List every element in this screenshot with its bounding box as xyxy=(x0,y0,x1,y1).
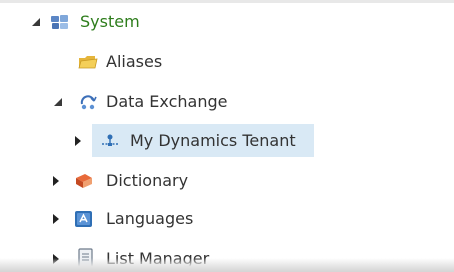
dictionary-icon xyxy=(74,171,94,191)
folder-icon xyxy=(78,52,98,72)
languages-icon xyxy=(74,209,94,229)
collapse-toggle-system[interactable] xyxy=(30,16,42,28)
tree-item-label-data-exchange[interactable]: Data Exchange xyxy=(106,92,227,112)
expand-toggle-languages[interactable] xyxy=(50,213,62,225)
content-tree: System Aliases Data Exchange My Dynamics… xyxy=(0,0,454,272)
tree-item-label-dictionary[interactable]: Dictionary xyxy=(106,171,188,191)
panel-top-border xyxy=(0,0,454,3)
tree-item-label-languages[interactable]: Languages xyxy=(106,209,193,229)
tree-item-label-aliases[interactable]: Aliases xyxy=(106,52,162,72)
collapse-toggle-data-exchange[interactable] xyxy=(52,96,64,108)
bottom-fade xyxy=(0,258,454,272)
expand-toggle-my-dynamics-tenant[interactable] xyxy=(72,135,84,147)
data-exchange-icon xyxy=(78,92,98,112)
tree-item-label-system[interactable]: System xyxy=(80,12,140,32)
tree-item-label-my-dynamics-tenant[interactable]: My Dynamics Tenant xyxy=(130,131,296,151)
tenant-icon xyxy=(100,131,120,151)
expand-toggle-dictionary[interactable] xyxy=(50,175,62,187)
system-icon xyxy=(50,12,70,32)
